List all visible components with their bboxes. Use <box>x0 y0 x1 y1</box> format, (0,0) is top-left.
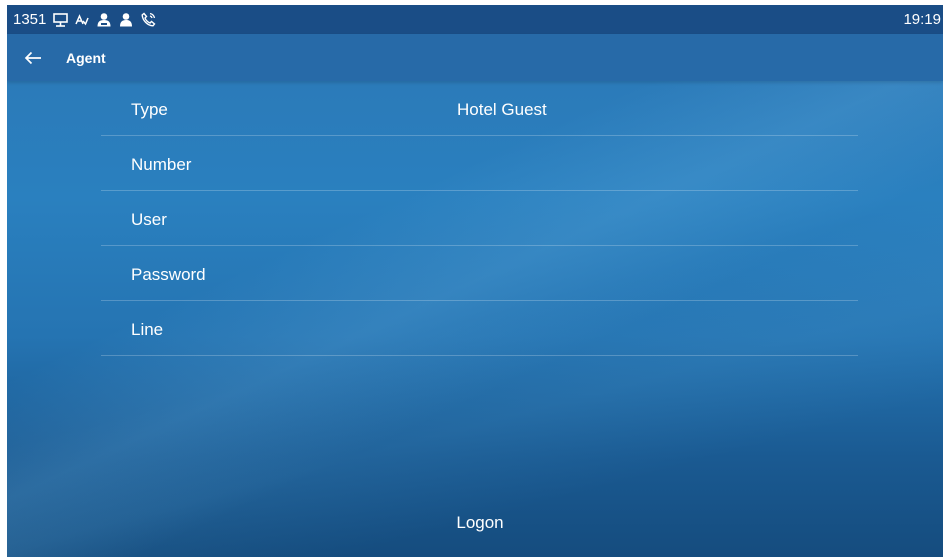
logon-button[interactable]: Logon <box>387 505 573 541</box>
back-button[interactable] <box>13 38 53 78</box>
form-row-type[interactable]: Type Hotel Guest <box>101 81 858 136</box>
password-label: Password <box>131 265 206 284</box>
contacts-icon <box>96 12 112 28</box>
autoanswer-icon <box>74 12 90 28</box>
arrow-left-icon <box>24 51 42 65</box>
status-left: 1351 <box>13 11 156 28</box>
extension-number: 1351 <box>13 11 47 28</box>
user-icon <box>118 12 134 28</box>
network-icon <box>52 12 68 28</box>
form-row-password[interactable]: Password <box>101 246 858 301</box>
agent-form: Type Hotel Guest Number User Password Li… <box>101 81 858 356</box>
app-bar: Agent <box>7 34 943 81</box>
type-label: Type <box>131 100 168 119</box>
status-time: 19:19 <box>903 11 941 28</box>
form-row-line[interactable]: Line <box>101 301 858 356</box>
status-bar: 1351 19:19 <box>7 5 943 34</box>
call-forward-icon <box>140 12 156 28</box>
user-label: User <box>131 210 167 229</box>
form-row-number[interactable]: Number <box>101 136 858 191</box>
line-label: Line <box>131 320 164 339</box>
form-row-user[interactable]: User <box>101 191 858 246</box>
number-label: Number <box>131 155 192 174</box>
type-value[interactable]: Hotel Guest <box>457 100 547 120</box>
page-title: Agent <box>66 49 106 66</box>
phone-screen: 1351 19:19 Agent Type Hotel Guest Number… <box>7 5 943 557</box>
